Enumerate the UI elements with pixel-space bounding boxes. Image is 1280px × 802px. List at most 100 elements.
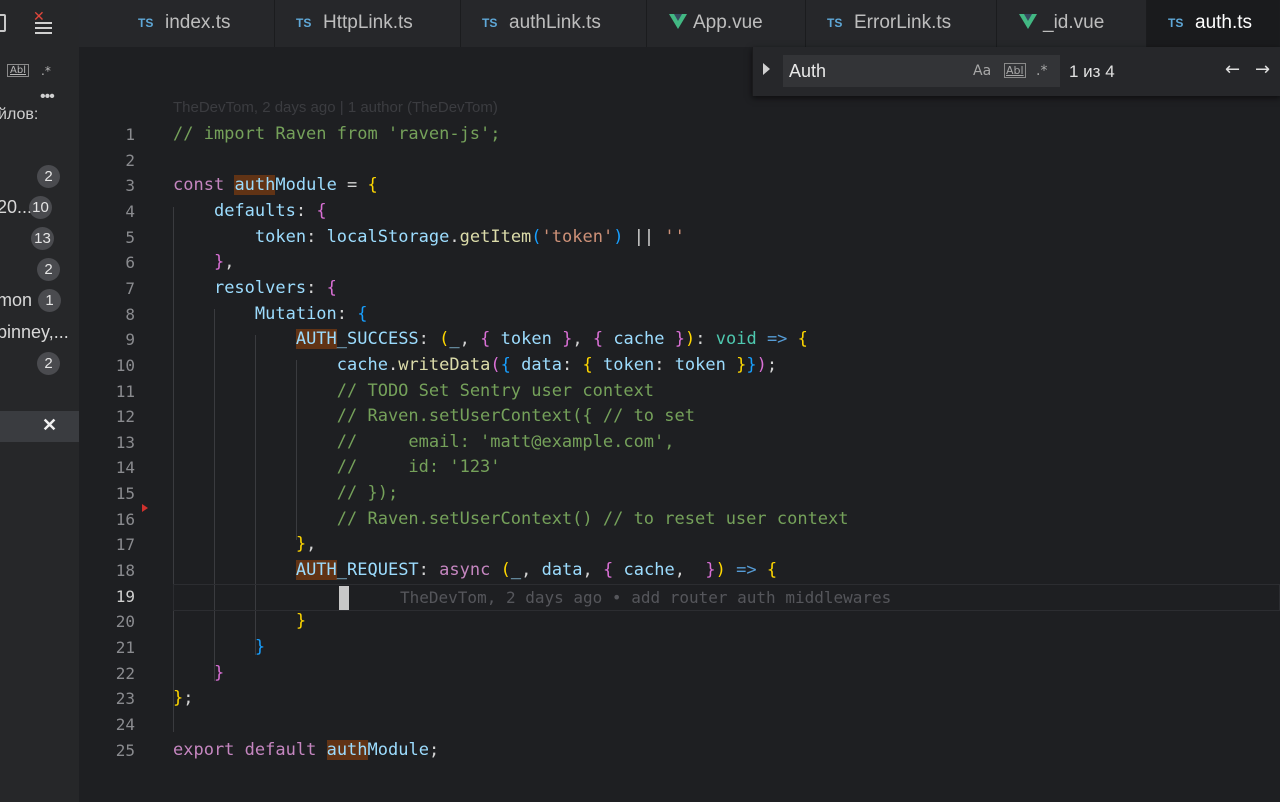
code-line[interactable]: 4 defaults: { xyxy=(79,199,1280,224)
line-number: 7 xyxy=(125,278,135,298)
code-line[interactable]: 20 } xyxy=(79,609,1280,634)
sidebar-heading: йлов: xyxy=(0,106,39,123)
split-editor-icon[interactable] xyxy=(0,14,6,32)
find-input[interactable] xyxy=(789,55,959,87)
line-number: 25 xyxy=(115,740,135,760)
code-line[interactable]: 23}; xyxy=(79,686,1280,711)
inline-blame: TheDevTom, 2 days ago • add router auth … xyxy=(400,588,892,607)
code-line[interactable]: 18 AUTH_REQUEST: async (_, data, { cache… xyxy=(79,558,1280,583)
menu-bar xyxy=(35,32,52,34)
code-line[interactable]: 13 // email: 'matt@example.com', xyxy=(79,430,1280,455)
typescript-file-icon: TS xyxy=(1168,16,1184,30)
code-line[interactable]: 6 }, xyxy=(79,250,1280,275)
tab-label: HttpLink.ts xyxy=(323,12,413,33)
code-line[interactable]: 1 // import Raven from 'raven-js'; xyxy=(79,122,1280,147)
whole-word-icon[interactable]: Abl xyxy=(1004,63,1026,78)
whole-word-icon[interactable]: Abl xyxy=(7,64,29,77)
code-line[interactable]: 5 token: localStorage.getItem('token') |… xyxy=(79,225,1280,250)
code-line[interactable]: 17 }, xyxy=(79,532,1280,557)
sidebar-list-item[interactable]: 2 xyxy=(0,257,79,283)
code-line[interactable]: 21 } xyxy=(79,635,1280,660)
code-line[interactable]: 25 export default authModule; xyxy=(79,738,1280,763)
code-line[interactable]: 16 // Raven.setUserContext() // to reset… xyxy=(79,507,1280,532)
sidebar-list-item[interactable]: 13 xyxy=(0,226,79,252)
line-number: 17 xyxy=(115,535,135,555)
text-cursor xyxy=(339,586,349,610)
code-line[interactable]: 2 xyxy=(79,148,1280,173)
code-text: // import Raven from 'raven-js'; xyxy=(173,124,501,144)
tab-index-ts[interactable]: TS index.ts xyxy=(117,0,275,47)
code-line[interactable]: 9 AUTH_SUCCESS: (_, { token }, { cache }… xyxy=(79,327,1280,352)
sidebar-item-label: pinney,... xyxy=(0,322,69,342)
code-line[interactable]: 24 xyxy=(79,712,1280,737)
line-number: 11 xyxy=(115,381,135,401)
code-text: // Raven.setUserContext() // to reset us… xyxy=(336,508,849,529)
line-number: 16 xyxy=(115,509,135,529)
sidebar-list-item[interactable]: 20... 10 xyxy=(0,195,79,221)
tab-label: index.ts xyxy=(165,12,231,33)
collapse-all-icon[interactable]: ✕ xyxy=(33,10,53,34)
code-text: } xyxy=(295,611,307,632)
line-number: 19 xyxy=(115,586,135,606)
code-text: } xyxy=(213,662,225,683)
code-text: AUTH_SUCCESS: (_, { token }, { cache }):… xyxy=(295,329,808,350)
sidebar-list-item[interactable]: 2 xyxy=(0,164,79,190)
code-line[interactable]: 8 Mutation: { xyxy=(79,302,1280,327)
code-editor[interactable]: TheDevTom, 2 days ago | 1 author (TheDev… xyxy=(79,47,1280,802)
sidebar-active-item[interactable]: ✕ xyxy=(0,411,79,442)
line-number: 24 xyxy=(115,714,135,734)
code-line[interactable]: 7 resolvers: { xyxy=(79,276,1280,301)
explorer-sidebar: ✕ Abl .* ••• йлов: 2 20... 10 13 2 mon 1 pinney… xyxy=(0,0,79,802)
line-number: 8 xyxy=(125,304,135,324)
code-line[interactable]: 3 const authModule = { xyxy=(79,173,1280,198)
line-number: 1 xyxy=(125,125,135,144)
tab-label: App.vue xyxy=(693,12,763,33)
regex-icon[interactable]: .* xyxy=(1036,63,1047,79)
codelens-blame[interactable]: TheDevTom, 2 days ago | 1 author (TheDev… xyxy=(173,99,498,116)
tab-auth-ts[interactable]: TS auth.ts xyxy=(1147,0,1280,47)
code-text: }, xyxy=(213,252,235,273)
toggle-replace-icon[interactable] xyxy=(763,63,770,75)
code-text: token: localStorage.getItem('token') || … xyxy=(254,226,685,247)
previous-match-icon[interactable]: ← xyxy=(1225,59,1240,80)
line-number: 18 xyxy=(115,561,135,581)
sidebar-list-item[interactable]: 2 xyxy=(0,351,79,377)
line-number: 5 xyxy=(125,227,135,247)
regex-icon[interactable]: .* xyxy=(41,64,51,78)
next-match-icon[interactable]: → xyxy=(1255,59,1270,80)
close-icon[interactable]: ✕ xyxy=(42,415,57,436)
line-number: 9 xyxy=(125,330,135,350)
code-line[interactable]: 15 // }); xyxy=(79,481,1280,506)
typescript-file-icon: TS xyxy=(827,16,843,30)
sidebar-item-label: mon xyxy=(0,290,33,310)
tab--id-vue[interactable]: _id.vue xyxy=(997,0,1147,47)
code-text: // id: '123' xyxy=(336,457,501,478)
typescript-file-icon: TS xyxy=(482,16,498,30)
code-text: } xyxy=(254,637,266,657)
sidebar-list-item[interactable]: pinney,... xyxy=(0,320,79,346)
match-case-icon[interactable]: Aa xyxy=(973,63,991,79)
tab-authlink-ts[interactable]: TS authLink.ts xyxy=(461,0,647,47)
tab-app-vue[interactable]: App.vue xyxy=(647,0,806,47)
tab-label: auth.ts xyxy=(1195,12,1253,33)
code-line[interactable]: 10 cache.writeData({ data: { token: toke… xyxy=(79,353,1280,378)
find-widget: Aa Abl .* 1 из 4 ← → xyxy=(752,47,1280,96)
code-text: defaults: { xyxy=(213,200,327,221)
line-number: 2 xyxy=(125,150,135,170)
code-text: }, xyxy=(295,534,317,555)
tab-httplink-ts[interactable]: TS HttpLink.ts xyxy=(275,0,461,47)
menu-bar xyxy=(35,27,52,29)
typescript-file-icon: TS xyxy=(138,16,154,30)
code-line[interactable]: 22 } xyxy=(79,661,1280,686)
tab-errorlink-ts[interactable]: TS ErrorLink.ts xyxy=(806,0,997,47)
code-line[interactable]: 14 // id: '123' xyxy=(79,455,1280,480)
code-line[interactable]: 11 // TODO Set Sentry user context xyxy=(79,379,1280,404)
vue-file-icon xyxy=(1019,14,1037,29)
menu-bar xyxy=(35,22,52,24)
tab-label: ErrorLink.ts xyxy=(854,12,952,33)
sidebar-list-item[interactable]: mon 1 xyxy=(0,288,79,314)
code-line[interactable]: 12 // Raven.setUserContext({ // to set xyxy=(79,404,1280,429)
vue-file-icon xyxy=(669,14,687,29)
more-actions-icon[interactable]: ••• xyxy=(40,88,55,106)
code-text: export default authModule; xyxy=(173,739,440,760)
